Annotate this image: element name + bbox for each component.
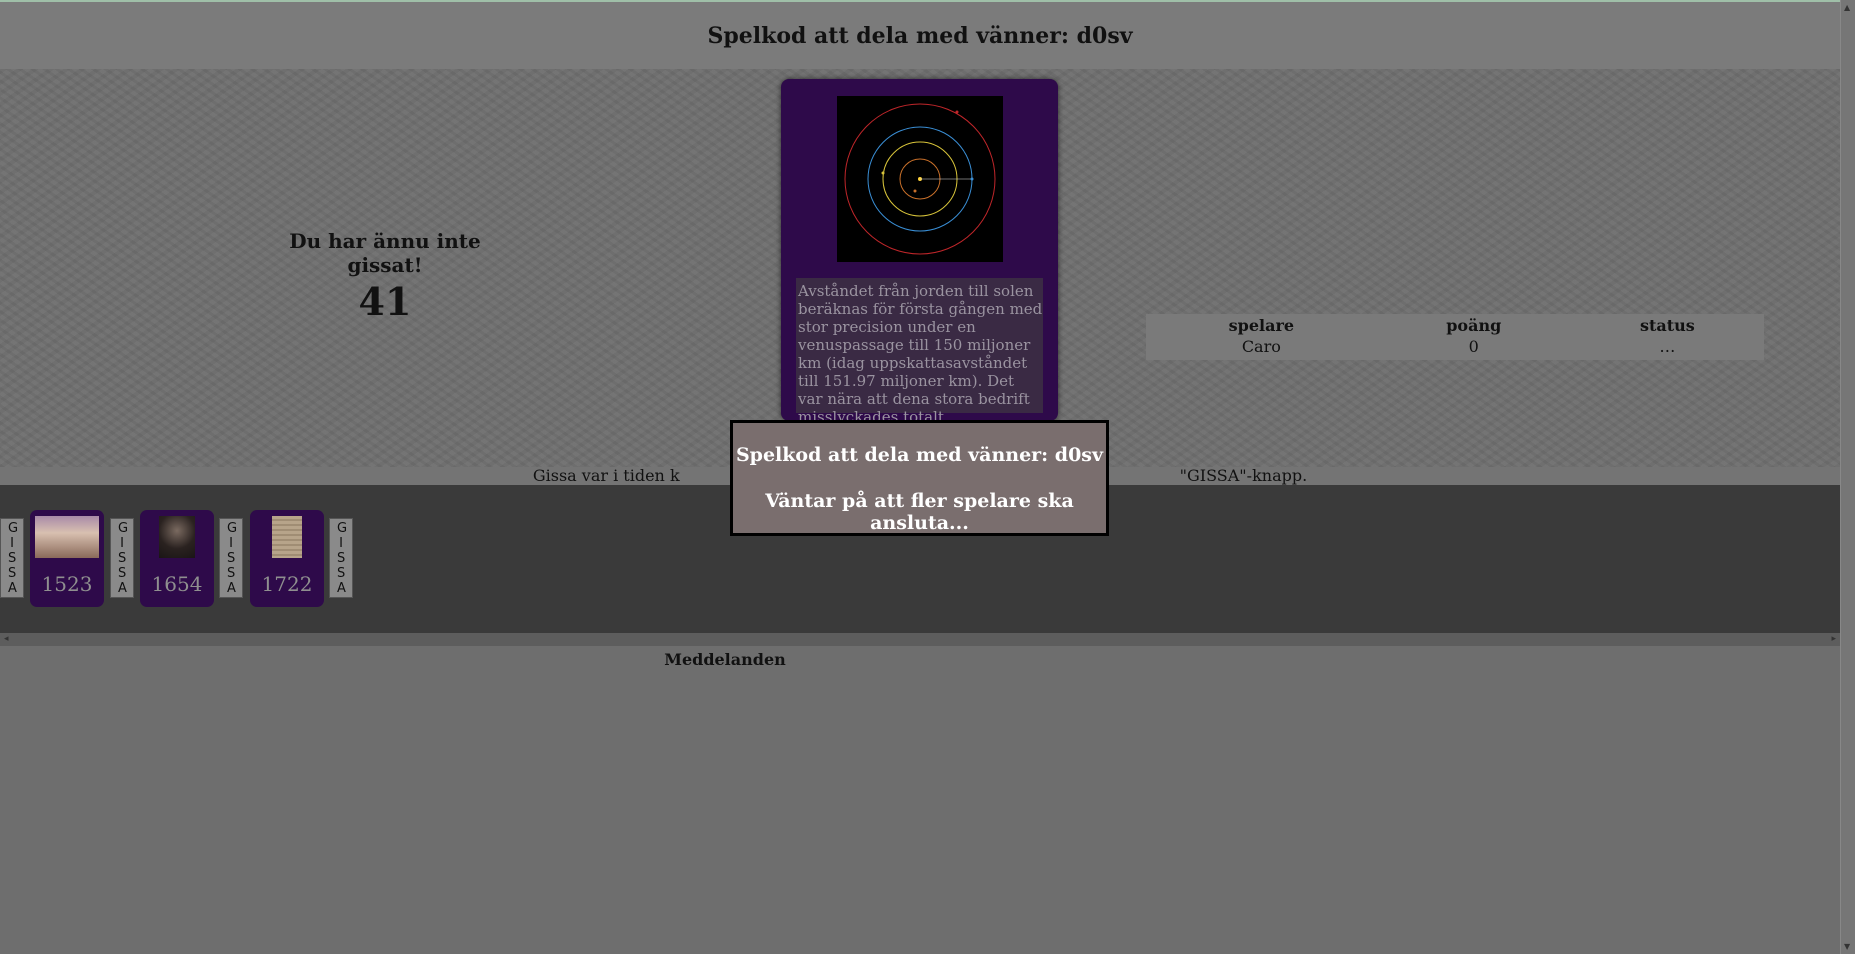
card-year: 1654 <box>151 572 203 596</box>
game-code-title: Spelkod att dela med vänner: d0sv <box>707 22 1133 49</box>
gissa-button[interactable]: GISSA <box>329 518 353 598</box>
scoreboard: spelare poäng status Caro 0 … <box>1146 314 1764 360</box>
gissa-button-label: GISSA <box>8 521 19 596</box>
painting-thumbnail <box>35 516 99 558</box>
player-score: 0 <box>1468 337 1479 356</box>
modal-waiting-message: Väntar på att fler spelare ska ansluta..… <box>765 490 1074 534</box>
column-header-player: spelare <box>1228 316 1295 335</box>
column-header-score: poäng <box>1446 316 1502 335</box>
player-name: Caro <box>1241 337 1281 356</box>
instructions-text-left: Gissa var i tiden k <box>532 466 680 485</box>
gissa-button-label: GISSA <box>337 521 348 596</box>
guess-status: Du har ännu inte gissat! 41 <box>265 229 505 324</box>
event-description: Avståndet från jorden till solen beräkna… <box>796 278 1043 426</box>
timeline-scrollbar[interactable]: ◂ ▸ <box>0 633 1840 646</box>
portrait-thumbnail <box>159 516 195 558</box>
player-status: … <box>1659 337 1676 356</box>
messages-heading: Meddelanden <box>664 650 786 669</box>
modal-game-code: Spelkod att dela med vänner: d0sv <box>735 444 1104 466</box>
page-scrollbar[interactable]: ▲ ▼ <box>1840 0 1855 954</box>
gissa-button[interactable]: GISSA <box>110 518 134 598</box>
instructions-text-right: "GISSA"-knapp. <box>1179 466 1308 485</box>
scroll-left-icon[interactable]: ◂ <box>4 633 9 646</box>
scoreboard-table: spelare poäng status Caro 0 … <box>1146 314 1764 357</box>
guess-status-message: Du har ännu inte gissat! <box>289 229 481 277</box>
solar-orbits-diagram-icon <box>837 96 1003 262</box>
gissa-button-label: GISSA <box>227 521 238 596</box>
gissa-button[interactable]: GISSA <box>219 518 243 598</box>
scroll-right-icon[interactable]: ▸ <box>1831 633 1836 646</box>
waiting-modal: Spelkod att dela med vänner: d0sv Väntar… <box>730 420 1109 536</box>
column-header-status: status <box>1639 316 1695 335</box>
card-year: 1523 <box>41 572 93 596</box>
scroll-down-icon[interactable]: ▼ <box>1844 942 1850 951</box>
timeline-card: 1523 <box>30 510 104 607</box>
timeline-card: 1722 <box>250 510 324 607</box>
gissa-button-label: GISSA <box>118 521 129 596</box>
page-header: Spelkod att dela med vänner: d0sv <box>0 2 1840 69</box>
table-row: Caro 0 … <box>1146 336 1764 357</box>
gissa-button[interactable]: GISSA <box>0 518 24 598</box>
card-year: 1722 <box>261 572 313 596</box>
current-event-card[interactable]: Avståndet från jorden till solen beräkna… <box>781 79 1058 426</box>
scroll-up-icon[interactable]: ▲ <box>1844 3 1850 12</box>
document-thumbnail <box>272 516 302 558</box>
timeline-card: 1654 <box>140 510 214 607</box>
countdown-timer: 41 <box>358 279 412 324</box>
